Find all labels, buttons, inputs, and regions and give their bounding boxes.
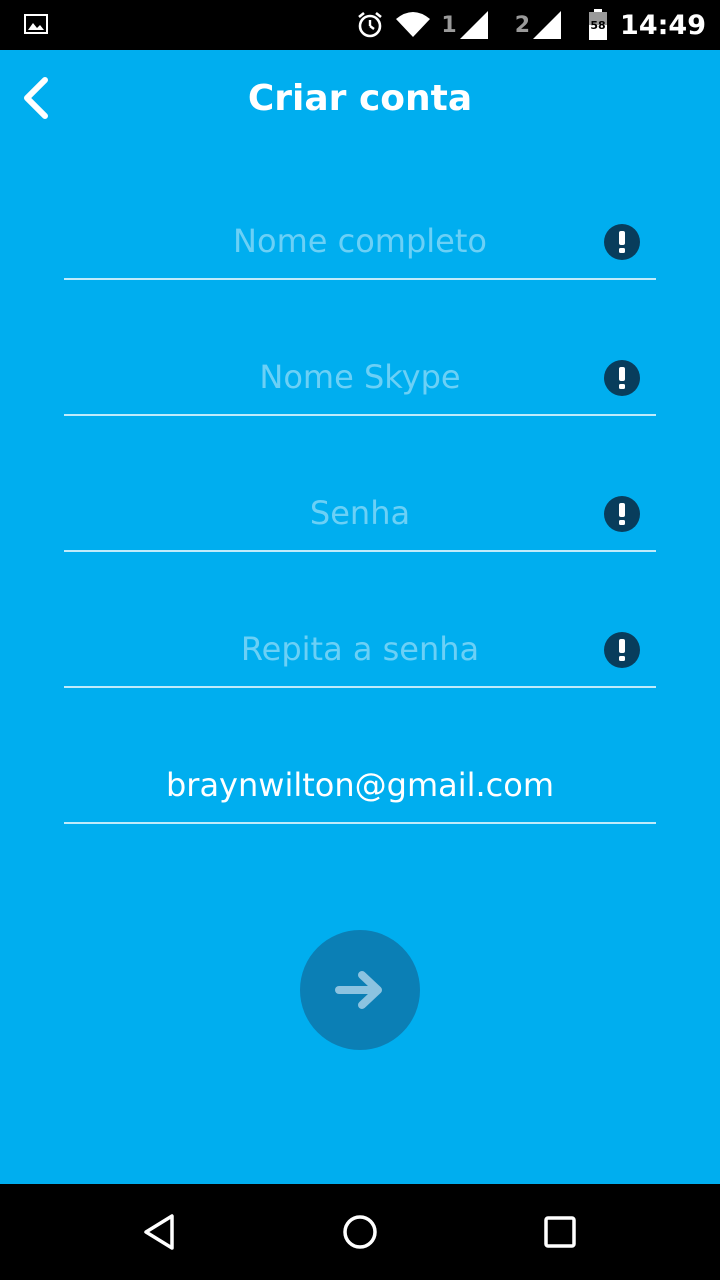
battery-level: 58 — [590, 19, 606, 32]
exclamation-circle-icon[interactable] — [604, 632, 640, 668]
password-field — [64, 476, 656, 552]
exclamation-circle-icon[interactable] — [604, 360, 640, 396]
repeat-password-field — [64, 612, 656, 688]
full-name-field — [64, 204, 656, 280]
email-input[interactable] — [64, 748, 656, 822]
sim1-label: 1 — [441, 12, 457, 38]
page-title: Criar conta — [247, 78, 473, 119]
status-bar: 1 2 58 14:49 — [0, 0, 720, 50]
signal-sim2-icon: 2 — [515, 10, 562, 40]
password-input[interactable] — [64, 476, 656, 550]
email-field — [64, 748, 656, 824]
nav-recents-button[interactable] — [536, 1208, 584, 1256]
triangle-back-icon — [144, 1214, 174, 1250]
full-name-input[interactable] — [64, 204, 656, 278]
nav-back-button[interactable] — [136, 1208, 184, 1256]
wifi-icon — [395, 11, 431, 39]
nav-home-button[interactable] — [336, 1208, 384, 1256]
square-recents-icon — [544, 1216, 576, 1248]
alarm-icon — [355, 10, 385, 40]
battery-icon: 58 — [588, 9, 608, 41]
navigation-bar — [0, 1184, 720, 1280]
status-icons: 1 2 58 14:49 — [345, 0, 706, 50]
circle-home-icon — [343, 1215, 377, 1249]
exclamation-circle-icon[interactable] — [604, 224, 640, 260]
signal-sim1-icon: 1 — [441, 10, 488, 40]
repeat-password-input[interactable] — [64, 612, 656, 686]
exclamation-circle-icon[interactable] — [604, 496, 640, 532]
image-notification-icon — [24, 12, 48, 36]
clock: 14:49 — [620, 9, 706, 41]
skype-name-input[interactable] — [64, 340, 656, 414]
sim2-label: 2 — [514, 12, 531, 38]
create-account-screen: 1 2 58 14:49 Criar conta Nome completo N… — [0, 0, 720, 1280]
next-button[interactable] — [300, 930, 420, 1050]
skype-name-field — [64, 340, 656, 416]
arrow-right-icon — [335, 971, 382, 1009]
app-header: Criar conta — [0, 50, 720, 150]
